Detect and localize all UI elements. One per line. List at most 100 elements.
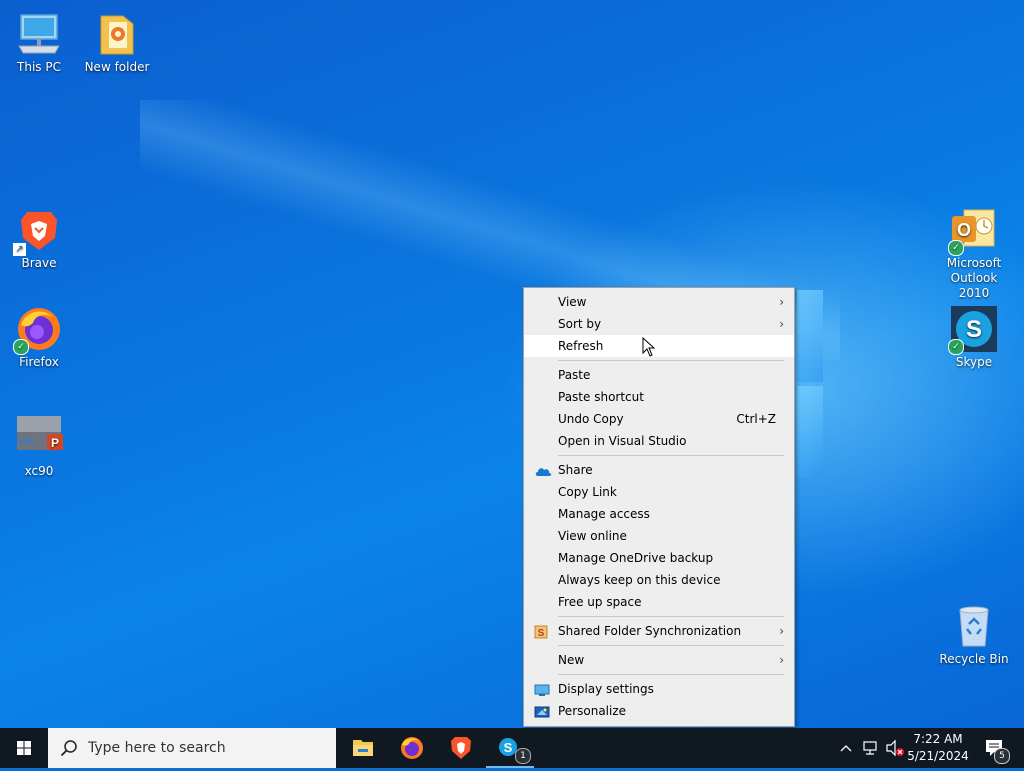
menu-item-display-settings[interactable]: Display settings bbox=[524, 678, 794, 700]
menu-separator bbox=[558, 455, 784, 456]
menu-item-always-keep[interactable]: Always keep on this device bbox=[524, 569, 794, 591]
desktop-icon-label: Microsoft Outlook 2010 bbox=[946, 256, 1002, 300]
clock-time: 7:22 AM bbox=[913, 732, 963, 746]
onedrive-cloud-icon bbox=[534, 463, 552, 477]
recycle-bin-icon bbox=[950, 602, 998, 650]
skype-icon: S ✓ bbox=[948, 305, 998, 355]
menu-item-label: Display settings bbox=[558, 682, 654, 696]
taskbar-clock[interactable]: 7:22 AM 5/21/2024 bbox=[900, 731, 976, 765]
desktop-icon-firefox[interactable]: ✓ Firefox bbox=[1, 305, 77, 370]
menu-item-label: Manage access bbox=[558, 507, 650, 521]
svg-text:S: S bbox=[538, 628, 545, 639]
windows-start-icon bbox=[17, 741, 31, 755]
taskbar-skype[interactable]: S 1 bbox=[486, 728, 534, 768]
sync-check-icon: ✓ bbox=[13, 339, 29, 355]
desktop-icon-label: Firefox bbox=[19, 355, 59, 369]
menu-item-manage-onedrive-backup[interactable]: Manage OneDrive backup bbox=[524, 547, 794, 569]
desktop-icon-new-folder[interactable]: New folder bbox=[79, 10, 155, 75]
menu-item-label: Refresh bbox=[558, 339, 604, 353]
menu-item-label: Copy Link bbox=[558, 485, 617, 499]
chevron-up-icon bbox=[840, 745, 852, 752]
svg-text:O: O bbox=[957, 220, 971, 240]
desktop-icon-label: Recycle Bin bbox=[939, 652, 1009, 666]
this-pc-icon bbox=[15, 10, 63, 58]
svg-text:S: S bbox=[504, 740, 513, 755]
menu-item-label: Sort by bbox=[558, 317, 602, 331]
notification-count-badge: 5 bbox=[994, 748, 1010, 764]
svg-text:S: S bbox=[966, 316, 982, 343]
menu-item-label: Undo Copy bbox=[558, 412, 624, 426]
desktop-icon-recycle-bin[interactable]: Recycle Bin bbox=[936, 602, 1012, 667]
menu-item-label: Paste shortcut bbox=[558, 390, 644, 404]
menu-item-new[interactable]: New › bbox=[524, 649, 794, 671]
skype-notification-badge: 1 bbox=[515, 748, 531, 764]
search-icon bbox=[60, 740, 77, 757]
desktop-icon-skype[interactable]: S ✓ Skype bbox=[936, 305, 1012, 370]
desktop-icon-this-pc[interactable]: This PC bbox=[1, 10, 77, 75]
menu-item-shared-folder-sync[interactable]: S Shared Folder Synchronization › bbox=[524, 620, 794, 642]
taskbar-file-explorer[interactable] bbox=[339, 728, 387, 768]
menu-item-label: Paste bbox=[558, 368, 591, 382]
menu-item-copy-link[interactable]: Copy Link bbox=[524, 481, 794, 503]
menu-separator bbox=[558, 360, 784, 361]
chevron-right-icon: › bbox=[779, 624, 784, 638]
network-tray-button[interactable] bbox=[860, 728, 882, 768]
taskbar-brave[interactable] bbox=[437, 728, 485, 768]
menu-item-share[interactable]: Share bbox=[524, 459, 794, 481]
menu-item-label: Shared Folder Synchronization bbox=[558, 624, 742, 638]
menu-item-view[interactable]: View › bbox=[524, 291, 794, 313]
desktop-icon-brave[interactable]: ↗ Brave bbox=[1, 206, 77, 271]
taskbar: Type here to search S 1 7:22 AM 5/21/202… bbox=[0, 728, 1024, 768]
clock-date: 5/21/2024 bbox=[907, 749, 969, 763]
search-placeholder: Type here to search bbox=[88, 740, 226, 756]
firefox-icon: ✓ bbox=[13, 305, 63, 355]
display-icon bbox=[534, 682, 550, 696]
svg-text:P: P bbox=[51, 436, 59, 450]
show-hidden-icons-button[interactable] bbox=[836, 728, 856, 768]
desktop-icon-label: Brave bbox=[21, 256, 57, 270]
menu-item-manage-access[interactable]: Manage access bbox=[524, 503, 794, 525]
desktop[interactable]: This PC New folder ↗ Brave ✓ Firefox P x… bbox=[0, 0, 1024, 728]
sync-check-icon: ✓ bbox=[948, 339, 964, 355]
file-explorer-icon bbox=[353, 740, 373, 756]
menu-item-paste[interactable]: Paste bbox=[524, 364, 794, 386]
shortcut-arrow-icon: ↗ bbox=[13, 243, 26, 256]
menu-separator bbox=[558, 616, 784, 617]
menu-separator bbox=[558, 674, 784, 675]
menu-item-label: Share bbox=[558, 463, 593, 477]
desktop-icon-label: This PC bbox=[17, 60, 61, 74]
personalize-icon bbox=[534, 704, 550, 718]
menu-item-sort-by[interactable]: Sort by › bbox=[524, 313, 794, 335]
chevron-right-icon: › bbox=[779, 317, 784, 331]
menu-item-personalize[interactable]: Personalize bbox=[524, 700, 794, 722]
menu-item-open-in-visual-studio[interactable]: Open in Visual Studio bbox=[524, 430, 794, 452]
taskbar-firefox[interactable] bbox=[388, 728, 436, 768]
menu-item-label: Always keep on this device bbox=[558, 573, 721, 587]
firefox-icon bbox=[401, 737, 423, 759]
start-button[interactable] bbox=[0, 728, 48, 768]
menu-item-label: View online bbox=[558, 529, 627, 543]
menu-item-undo-copy[interactable]: Undo Copy Ctrl+Z bbox=[524, 408, 794, 430]
desktop-icon-label: Skype bbox=[955, 355, 993, 369]
shared-folder-sync-icon: S bbox=[534, 624, 550, 639]
folder-icon bbox=[93, 10, 141, 58]
brave-icon bbox=[451, 737, 471, 759]
menu-item-label: View bbox=[558, 295, 587, 309]
network-icon bbox=[863, 741, 877, 755]
desktop-icon-outlook[interactable]: O ✓ Microsoft Outlook 2010 bbox=[936, 206, 1012, 301]
menu-item-label: Personalize bbox=[558, 704, 627, 718]
chevron-right-icon: › bbox=[779, 653, 784, 667]
outlook-icon: O ✓ bbox=[948, 206, 998, 256]
menu-item-label: Open in Visual Studio bbox=[558, 434, 687, 448]
action-center-button[interactable]: 5 bbox=[978, 728, 1014, 768]
menu-item-free-up-space[interactable]: Free up space bbox=[524, 591, 794, 613]
menu-item-label: Free up space bbox=[558, 595, 642, 609]
menu-item-label: Manage OneDrive backup bbox=[558, 551, 714, 565]
menu-item-view-online[interactable]: View online bbox=[524, 525, 794, 547]
desktop-icon-xc90[interactable]: P xc90 bbox=[1, 414, 77, 479]
menu-item-label: New bbox=[558, 653, 585, 667]
taskbar-search-box[interactable]: Type here to search bbox=[48, 728, 336, 768]
menu-item-paste-shortcut[interactable]: Paste shortcut bbox=[524, 386, 794, 408]
menu-item-refresh[interactable]: Refresh bbox=[524, 335, 794, 357]
powerpoint-file-icon: P bbox=[15, 414, 63, 462]
